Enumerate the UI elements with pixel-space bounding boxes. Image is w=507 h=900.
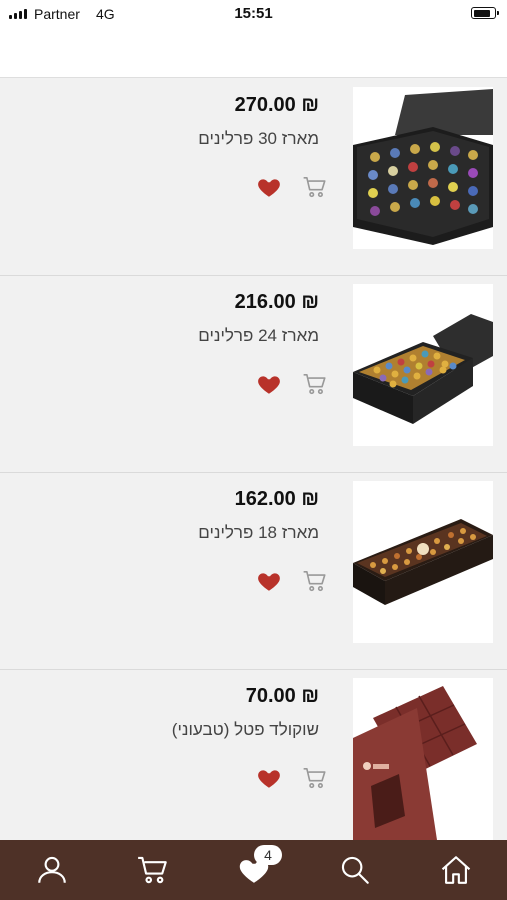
- top-header: [0, 30, 507, 78]
- cart-icon: [138, 856, 167, 884]
- wishlist-heart-button[interactable]: [256, 371, 282, 397]
- nav-home[interactable]: [439, 853, 473, 887]
- bottom-navigation: 4: [0, 840, 507, 900]
- product-title[interactable]: מארז 24 פרלינים: [198, 326, 319, 346]
- product-image[interactable]: [353, 481, 493, 643]
- product-price: ₪ 216.00: [234, 291, 319, 313]
- nav-profile[interactable]: [35, 853, 69, 887]
- wishlist-count-badge: 4: [254, 845, 282, 865]
- heart-icon: [258, 376, 280, 394]
- product-title[interactable]: שוקולד פטל (טבעוני): [172, 720, 319, 740]
- add-to-cart-button[interactable]: [302, 174, 328, 200]
- heart-icon: [258, 179, 280, 197]
- product-price: ₪ 162.00: [234, 488, 319, 510]
- cart-icon: [303, 176, 326, 198]
- status-time: 15:51: [234, 5, 273, 22]
- wishlist-heart-button[interactable]: [256, 568, 282, 594]
- nav-search[interactable]: [338, 853, 372, 887]
- praline-box-image: [353, 481, 493, 643]
- praline-box-image: [353, 87, 493, 249]
- product-item[interactable]: ₪ 270.00 מארז 30 פרלינים: [0, 79, 507, 276]
- cart-icon: [303, 767, 326, 789]
- product-title[interactable]: מארז 18 פרלינים: [198, 523, 319, 543]
- product-price: ₪ 70.00: [245, 685, 319, 707]
- product-image[interactable]: [353, 678, 493, 840]
- search-icon: [341, 856, 369, 884]
- product-title[interactable]: מארז 30 פרלינים: [198, 129, 319, 149]
- nav-cart[interactable]: [136, 853, 170, 887]
- add-to-cart-button[interactable]: [302, 371, 328, 397]
- heart-icon: [258, 573, 280, 591]
- add-to-cart-button[interactable]: [302, 765, 328, 791]
- wishlist-heart-button[interactable]: [256, 174, 282, 200]
- battery-icon: [471, 7, 499, 19]
- product-item[interactable]: ₪ 162.00 מארז 18 פרלינים: [0, 473, 507, 670]
- heart-icon: [258, 770, 280, 788]
- product-image[interactable]: [353, 284, 493, 446]
- chocolate-bar-image: [353, 678, 493, 840]
- home-icon: [441, 856, 471, 884]
- product-image[interactable]: [353, 87, 493, 249]
- cart-icon: [303, 570, 326, 592]
- user-icon: [38, 856, 66, 883]
- product-list[interactable]: ₪ 270.00 מארז 30 פרלינים ₪ 216.00 מארז 2…: [0, 79, 507, 840]
- cart-icon: [303, 373, 326, 395]
- nav-wishlist[interactable]: 4: [237, 845, 282, 887]
- product-price: ₪ 270.00: [234, 94, 319, 116]
- product-item[interactable]: ₪ 216.00 מארז 24 פרלינים: [0, 276, 507, 473]
- add-to-cart-button[interactable]: [302, 568, 328, 594]
- wishlist-heart-button[interactable]: [256, 765, 282, 791]
- product-item[interactable]: ₪ 70.00 שוקולד פטל (טבעוני): [0, 670, 507, 840]
- praline-box-image: [353, 284, 493, 446]
- status-bar: Partner 4G 15:51: [0, 0, 507, 30]
